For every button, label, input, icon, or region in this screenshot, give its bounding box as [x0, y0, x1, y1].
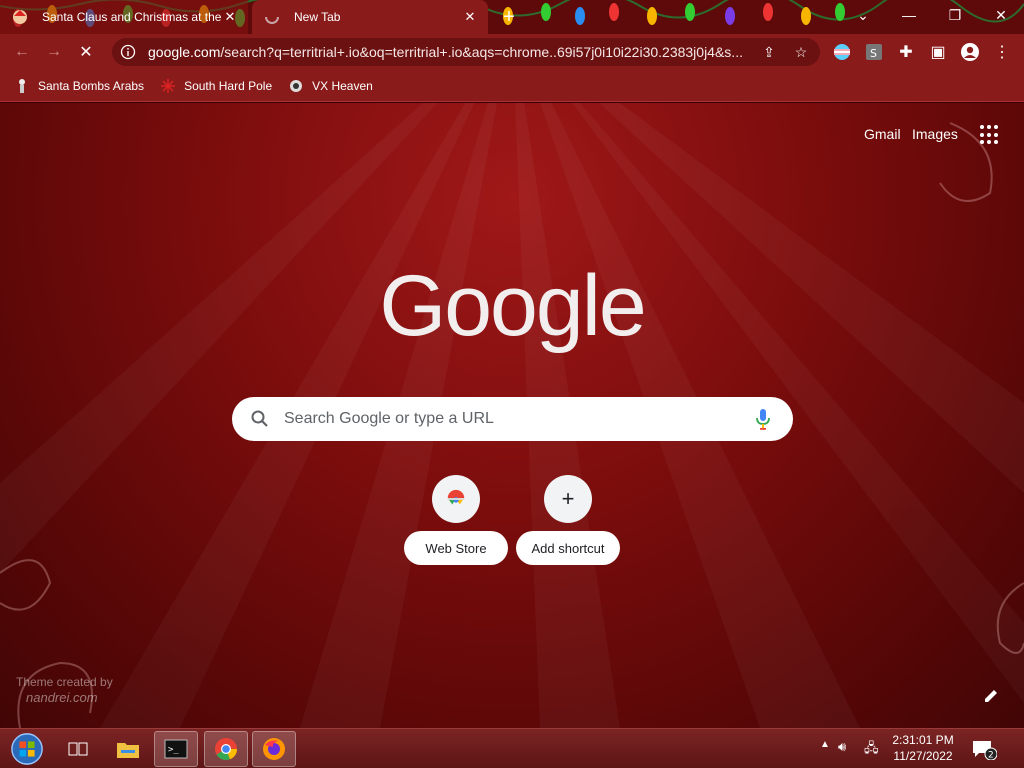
extensions-puzzle-icon[interactable]: ✚ [894, 40, 918, 64]
share-icon[interactable]: ⇪ [758, 41, 780, 63]
shortcut-add-shortcut[interactable]: + Add shortcut [516, 475, 620, 565]
extension-s-icon[interactable]: S [862, 40, 886, 64]
forward-arrow-icon[interactable]: → [42, 40, 66, 64]
tab-title: New Tab [294, 10, 341, 24]
firefox-icon[interactable] [252, 731, 296, 767]
volume-icon[interactable]: 🔊︎ [838, 739, 846, 755]
terminal-icon[interactable]: >_ [154, 731, 198, 767]
tab-title: Santa Claus and Christmas at the [42, 10, 222, 24]
credit-site-link[interactable]: nandrei.com [16, 690, 113, 706]
vx-heaven-icon [290, 79, 303, 92]
close-icon[interactable]: ✕ [462, 9, 478, 25]
restore-icon[interactable]: ❐ [932, 0, 978, 30]
svg-text:>_: >_ [168, 745, 179, 755]
credit-text: Theme created by [16, 675, 113, 689]
svg-text:Google: Google [379, 261, 644, 354]
search-input[interactable] [284, 410, 753, 428]
task-view-icon[interactable] [56, 731, 100, 767]
address-bar[interactable]: google.com/search?q=territrial+.io&oq=te… [112, 38, 820, 66]
show-hidden-icons-icon[interactable]: ▲ [820, 739, 830, 750]
system-clock[interactable]: 2:31:01 PM 11/27/2022 [886, 732, 960, 764]
google-apps-grid-icon[interactable] [980, 125, 1000, 145]
shortcut-label: Add shortcut [516, 531, 620, 565]
menu-kebab-icon[interactable]: ⋮ [990, 40, 1014, 64]
bookmark-label: South Hard Pole [184, 78, 273, 93]
gmail-link[interactable]: Gmail [864, 126, 901, 142]
bookmark-vx-heaven[interactable]: VX Heaven [288, 78, 373, 94]
customize-pencil-icon[interactable] [982, 687, 1000, 705]
tab-new-tab[interactable]: New Tab ✕ [252, 0, 488, 34]
clock-time: 2:31:01 PM [892, 733, 954, 747]
new-tab-plus-icon[interactable]: + [498, 6, 520, 28]
bookmark-star-icon[interactable]: ☆ [790, 41, 812, 63]
new-tab-page: Gmail Images Google Web Store + Add shor… [0, 103, 1024, 728]
notification-count: 2 [988, 751, 994, 761]
tab-santa-claus[interactable]: Santa Claus and Christmas at the ✕ [0, 0, 248, 34]
search-icon [251, 410, 268, 427]
tab-strip: Santa Claus and Christmas at the ✕ New T… [0, 0, 1024, 34]
bookmark-south-hard-pole[interactable]: South Hard Pole [160, 78, 272, 94]
extension-flag-icon[interactable] [830, 40, 854, 64]
santa-figure-icon [19, 78, 25, 93]
start-orb-icon[interactable] [4, 731, 50, 767]
svg-text:S: S [870, 47, 877, 60]
images-link[interactable]: Images [912, 126, 958, 142]
microphone-icon[interactable] [753, 407, 773, 431]
loading-spinner-icon [265, 16, 279, 24]
stop-loading-icon[interactable]: ✕ [74, 40, 98, 64]
clock-date: 11/27/2022 [893, 749, 953, 763]
back-arrow-icon[interactable]: ← [10, 40, 34, 64]
bookmark-label: VX Heaven [312, 78, 373, 93]
side-panel-icon[interactable]: ▣ [926, 40, 950, 64]
web-store-icon [432, 475, 480, 523]
santa-favicon-icon [13, 10, 27, 24]
plus-icon: + [544, 475, 592, 523]
url-text[interactable]: google.com/search?q=territrial+.io&oq=te… [148, 44, 748, 60]
notifications-icon[interactable]: 2 [966, 731, 1002, 767]
tab-search-chevron-icon[interactable]: ⌄ [840, 0, 886, 30]
theme-credit: Theme created by nandrei.com [16, 674, 113, 706]
snowflake-icon [161, 78, 176, 93]
windows-taskbar: >_ ▲ 🔊︎ 🖧︎ 2:31:01 PM 11/27/2022 2 [0, 728, 1024, 768]
shortcut-web-store[interactable]: Web Store [404, 475, 508, 565]
chrome-icon[interactable] [204, 731, 248, 767]
browser-toolbar: ← → ✕ google.com/search?q=territrial+.io… [0, 34, 1024, 70]
bookmarks-bar: Santa Bombs Arabs South Hard Pole VX Hea… [0, 70, 1024, 102]
site-info-icon[interactable] [120, 44, 136, 60]
network-icon[interactable]: 🖧︎ [864, 739, 879, 761]
bookmark-santa-bombs-arabs[interactable]: Santa Bombs Arabs [14, 78, 144, 94]
close-icon[interactable]: ✕ [222, 9, 238, 25]
google-logo: Google [379, 261, 646, 354]
shortcut-label: Web Store [404, 531, 508, 565]
search-box[interactable] [232, 397, 793, 441]
close-window-icon[interactable]: ✕ [978, 0, 1024, 30]
file-explorer-icon[interactable] [106, 731, 150, 767]
minimize-icon[interactable]: — [886, 0, 932, 30]
profile-avatar-icon[interactable] [958, 40, 982, 64]
bookmark-label: Santa Bombs Arabs [38, 78, 145, 93]
